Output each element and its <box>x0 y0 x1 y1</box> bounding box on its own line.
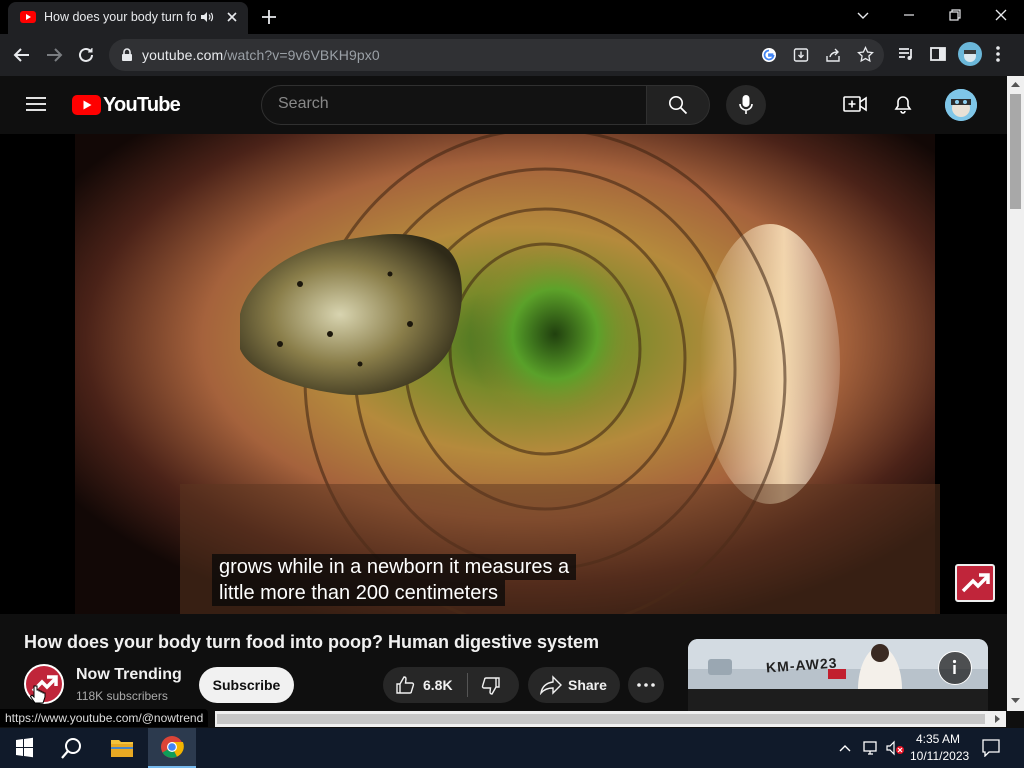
more-actions-button[interactable] <box>628 667 664 703</box>
share-button[interactable]: Share <box>528 667 620 703</box>
like-divider <box>467 673 468 697</box>
taskbar-clock-time[interactable]: 4:35 AM <box>916 732 960 746</box>
network-icon[interactable] <box>862 740 880 756</box>
horizontal-scrollbar[interactable] <box>215 711 1006 727</box>
volume-muted-icon[interactable] <box>886 740 906 756</box>
tab-audio-playing-icon[interactable] <box>200 11 214 23</box>
search-button[interactable] <box>646 85 710 125</box>
url-path: /watch?v=9v6VBKH9px0 <box>223 47 380 63</box>
caption-line-2: little more than 200 centimeters <box>212 580 506 606</box>
search-box[interactable] <box>261 85 647 125</box>
youtube-logo-icon[interactable] <box>72 95 101 115</box>
browser-menu-kebab-icon[interactable] <box>995 45 1001 63</box>
reload-icon[interactable] <box>76 45 96 65</box>
taskbar-chrome-icon[interactable] <box>148 728 196 768</box>
youtube-logo-text[interactable]: YouTube <box>103 94 181 117</box>
file-explorer-folder-icon[interactable] <box>98 728 146 768</box>
tab-title: How does your body turn food into poop? … <box>44 10 196 24</box>
mouse-pointer-hand-icon <box>30 684 46 706</box>
url-text[interactable]: youtube.com/watch?v=9v6VBKH9px0 <box>142 47 380 63</box>
voice-search-button[interactable] <box>726 85 766 125</box>
media-controls-icon[interactable] <box>897 45 915 63</box>
search-input[interactable] <box>278 95 618 113</box>
like-thumbs-up-icon[interactable] <box>395 675 415 695</box>
like-count[interactable]: 6.8K <box>423 677 453 693</box>
side-panel-icon[interactable] <box>929 45 947 63</box>
action-center-notification-icon[interactable] <box>982 739 1000 757</box>
status-bar-hover-url: https://www.youtube.com/@nowtrend <box>0 709 209 727</box>
show-hidden-icons-chevron-up-icon[interactable] <box>838 741 852 755</box>
vertical-scrollbar-thumb[interactable] <box>1010 94 1021 209</box>
back-arrow-icon[interactable] <box>12 45 32 65</box>
like-dislike-group: 6.8K <box>383 667 519 703</box>
share-page-icon[interactable] <box>825 47 841 63</box>
sponsored-ad-card[interactable]: KM-AW23 <box>688 639 988 711</box>
scroll-down-arrow-icon[interactable] <box>1011 698 1020 704</box>
browser-tab-active[interactable]: How does your body turn food into poop? … <box>8 2 248 34</box>
scroll-right-arrow-icon[interactable] <box>993 715 1001 723</box>
dislike-thumbs-down-icon[interactable] <box>481 676 501 696</box>
subscribe-button[interactable]: Subscribe <box>199 667 294 703</box>
video-frame-intestine-image <box>0 134 1007 614</box>
video-player[interactable]: grows while in a newborn it measures a l… <box>0 134 1007 614</box>
microphone-icon <box>739 94 753 116</box>
profile-avatar-icon[interactable] <box>958 42 982 66</box>
bookmark-star-icon[interactable] <box>857 46 874 63</box>
close-window-icon[interactable] <box>992 6 1010 24</box>
new-tab-plus-icon[interactable] <box>258 6 280 28</box>
minimize-window-icon[interactable] <box>900 6 918 24</box>
url-host: youtube.com <box>142 47 224 63</box>
restore-window-icon[interactable] <box>946 6 964 24</box>
start-windows-icon[interactable] <box>0 728 48 768</box>
ad-info-icon[interactable] <box>938 651 972 685</box>
taskbar-clock-date[interactable]: 10/11/2023 <box>910 749 969 763</box>
video-captions: grows while in a newborn it measures a l… <box>212 554 577 606</box>
google-lens-g-icon[interactable] <box>761 47 777 63</box>
account-avatar[interactable] <box>945 89 977 121</box>
scroll-up-arrow-icon[interactable] <box>1011 81 1020 87</box>
install-app-icon[interactable] <box>793 47 809 63</box>
address-bar[interactable]: youtube.com/watch?v=9v6VBKH9px0 <box>109 39 884 71</box>
vertical-scrollbar[interactable] <box>1007 76 1024 711</box>
notifications-bell-icon[interactable] <box>892 93 914 115</box>
caption-line-1: grows while in a newborn it measures a <box>212 554 577 580</box>
create-video-icon[interactable] <box>843 94 867 114</box>
browser-title-bar: How does your body turn food into poop? … <box>0 0 1024 34</box>
horizontal-scrollbar-thumb[interactable] <box>217 714 985 724</box>
search-icon <box>668 95 688 115</box>
tab-close-icon[interactable] <box>225 10 239 24</box>
subscriber-count: 118K subscribers <box>76 689 168 703</box>
channel-watermark-trending-icon[interactable] <box>955 564 995 602</box>
windows-taskbar: 4:35 AM 10/11/2023 <box>0 728 1024 768</box>
youtube-favicon-icon <box>20 11 36 23</box>
share-label: Share <box>568 677 607 693</box>
video-title: How does your body turn food into poop? … <box>24 632 600 652</box>
lock-icon[interactable] <box>121 48 133 62</box>
more-horizontal-icon <box>637 683 655 687</box>
share-arrow-icon <box>540 675 562 695</box>
tab-search-chevron-down-icon[interactable] <box>854 6 872 24</box>
browser-toolbar: youtube.com/watch?v=9v6VBKH9px0 <box>0 34 1024 76</box>
channel-name[interactable]: Now Trending <box>76 666 182 684</box>
forward-arrow-icon[interactable] <box>44 45 64 65</box>
hamburger-menu-icon[interactable] <box>26 96 46 112</box>
taskbar-search-icon[interactable] <box>48 728 96 768</box>
